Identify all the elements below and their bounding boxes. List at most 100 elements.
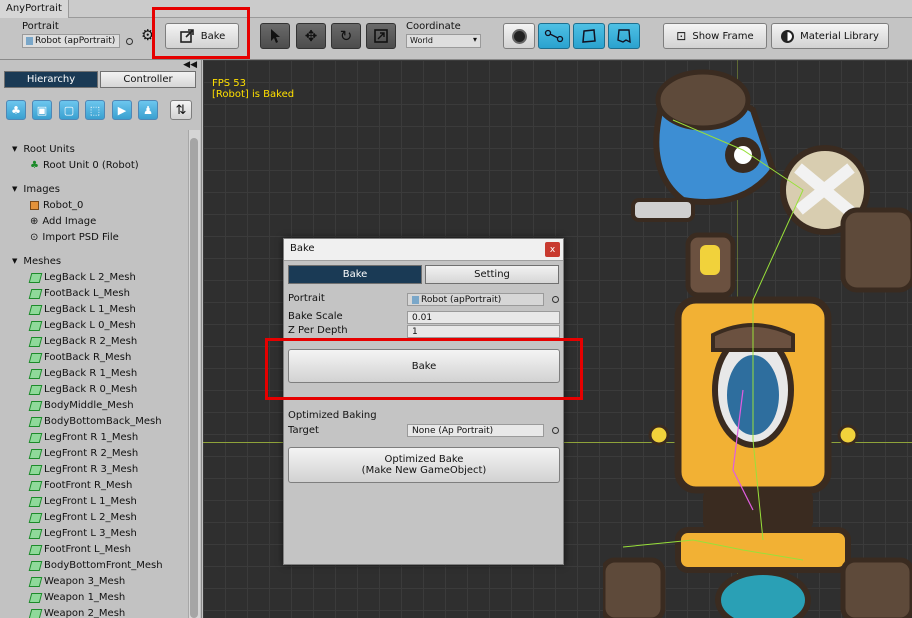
- dialog-title: Bake: [290, 243, 315, 254]
- add-icon: ⊕: [30, 215, 39, 227]
- tree-item[interactable]: BodyBottomBack_Mesh: [30, 414, 162, 428]
- tab-bake[interactable]: Bake: [288, 265, 422, 284]
- tree-item[interactable]: FootBack R_Mesh: [30, 350, 131, 364]
- tree-item[interactable]: FootFront L_Mesh: [30, 542, 131, 556]
- rotate-tool-button[interactable]: ↻: [331, 23, 361, 49]
- mesh-icon: [30, 560, 40, 570]
- tree-item[interactable]: LegFront L 1_Mesh: [30, 494, 137, 508]
- filter-root-unit-button[interactable]: ♣: [6, 100, 26, 120]
- tab-setting[interactable]: Setting: [425, 265, 559, 284]
- mesh-icon: [30, 448, 40, 458]
- dialog-titlebar[interactable]: Bake x: [284, 239, 563, 261]
- sort-button[interactable]: ⇅: [170, 100, 192, 120]
- expand-arrow-icon[interactable]: ▼: [12, 257, 17, 265]
- tree-item[interactable]: LegFront R 2_Mesh: [30, 446, 138, 460]
- tab-controller[interactable]: Controller: [100, 71, 196, 88]
- onion-toggle-button[interactable]: [503, 23, 535, 49]
- dropdown-arrow-icon: ▾: [472, 35, 477, 44]
- mesh-icon: [30, 576, 40, 586]
- tree-item[interactable]: BodyBottomFront_Mesh: [30, 558, 163, 572]
- material-library-button[interactable]: Material Library: [771, 23, 889, 49]
- tree-item[interactable]: Weapon 1_Mesh: [30, 590, 125, 604]
- expand-arrow-icon[interactable]: ▼: [12, 145, 17, 153]
- bake-scale-input[interactable]: 0.01: [407, 311, 560, 324]
- tree-item[interactable]: LegFront R 1_Mesh: [30, 430, 138, 444]
- move-icon: ✥: [304, 27, 318, 45]
- close-button[interactable]: x: [545, 242, 560, 257]
- portrait-icon: [26, 36, 33, 45]
- mesh-icon: [30, 384, 40, 394]
- camera-icon: ⊡: [676, 29, 687, 43]
- tree-item[interactable]: LegFront L 3_Mesh: [30, 526, 137, 540]
- physics-toggle-button[interactable]: [608, 23, 640, 49]
- target-picker-icon[interactable]: [552, 427, 559, 434]
- tree-item[interactable]: FootBack L_Mesh: [30, 286, 130, 300]
- filter-image-button[interactable]: ▣: [32, 100, 52, 120]
- portrait-field[interactable]: Robot (apPortrait): [22, 34, 120, 48]
- tree-item[interactable]: ⊕ Add Image: [30, 214, 96, 228]
- bone-toggle-button[interactable]: [538, 23, 570, 49]
- scale-icon: [374, 29, 388, 43]
- onion-icon: [511, 28, 527, 44]
- tree-item[interactable]: Robot_0: [30, 198, 83, 212]
- sort-icon: ⇅: [175, 102, 187, 118]
- move-tool-button[interactable]: ✥: [296, 23, 326, 49]
- tree-item[interactable]: LegBack L 1_Mesh: [30, 302, 136, 316]
- portrait-label: Portrait: [22, 21, 59, 32]
- tree-group[interactable]: ▼ Meshes: [12, 254, 61, 268]
- bake-scale-label: Bake Scale: [288, 311, 343, 322]
- mesh-icon: [30, 336, 40, 346]
- robot-character-image[interactable]: [603, 60, 912, 618]
- scrollbar-thumb[interactable]: [190, 138, 198, 618]
- mesh-toggle-button[interactable]: [573, 23, 605, 49]
- image-icon: ▣: [36, 103, 48, 117]
- filter-mesh-group-button[interactable]: ⬚: [85, 100, 105, 120]
- tree-item[interactable]: LegFront L 2_Mesh: [30, 510, 137, 524]
- tree-item[interactable]: FootFront R_Mesh: [30, 478, 132, 492]
- tree-item[interactable]: ♣ Root Unit 0 (Robot): [30, 158, 139, 172]
- material-icon: [781, 29, 795, 43]
- filter-param-button[interactable]: ♟: [138, 100, 158, 120]
- mesh-icon: [30, 304, 40, 314]
- show-frame-button[interactable]: ⊡ Show Frame: [663, 23, 767, 49]
- window-tab[interactable]: AnyPortrait: [0, 0, 69, 18]
- tree-group[interactable]: ▼ Root Units: [12, 142, 75, 156]
- select-tool-button[interactable]: [260, 23, 290, 49]
- tree-item[interactable]: BodyMiddle_Mesh: [30, 398, 134, 412]
- filter-animation-button[interactable]: ▶: [112, 100, 132, 120]
- collapse-panel-icon[interactable]: ◀◀: [183, 60, 197, 70]
- mesh-icon: ▢: [63, 103, 75, 117]
- tree-item[interactable]: Weapon 2_Mesh: [30, 606, 125, 618]
- optimized-bake-button[interactable]: Optimized Bake (Make New GameObject): [288, 447, 560, 483]
- cursor-icon: [271, 29, 280, 43]
- filter-mesh-button[interactable]: ▢: [59, 100, 79, 120]
- coordinate-select[interactable]: World ▾: [406, 34, 481, 48]
- tree-item[interactable]: LegFront R 3_Mesh: [30, 462, 138, 476]
- object-picker-icon[interactable]: [126, 38, 133, 45]
- tree-item[interactable]: LegBack R 2_Mesh: [30, 334, 137, 348]
- highlight-dialog-bake: [265, 338, 583, 400]
- tree-item[interactable]: ⊙ Import PSD File: [30, 230, 119, 244]
- mesh-icon: [30, 528, 40, 538]
- object-picker-icon[interactable]: [552, 296, 559, 303]
- coordinate-label: Coordinate: [406, 21, 461, 32]
- scale-tool-button[interactable]: [366, 23, 396, 49]
- expand-arrow-icon[interactable]: ▼: [12, 185, 17, 193]
- portrait-object-field[interactable]: Robot (apPortrait): [407, 293, 544, 306]
- mesh-icon: [30, 432, 40, 442]
- tree-item[interactable]: LegBack R 1_Mesh: [30, 366, 137, 380]
- tree-group[interactable]: ▼ Images: [12, 182, 60, 196]
- mesh-icon: [30, 592, 40, 602]
- fps-counter: FPS 53: [212, 78, 247, 89]
- tree-item[interactable]: LegBack R 0_Mesh: [30, 382, 137, 396]
- mesh-icon: [30, 320, 40, 330]
- z-per-depth-input[interactable]: 1: [407, 325, 560, 338]
- portrait-row-label: Portrait: [288, 293, 325, 304]
- tree-item[interactable]: LegBack L 2_Mesh: [30, 270, 136, 284]
- tree-item[interactable]: LegBack L 0_Mesh: [30, 318, 136, 332]
- tab-hierarchy[interactable]: Hierarchy: [4, 71, 98, 88]
- mesh-icon: [30, 480, 40, 490]
- tree-item[interactable]: Weapon 3_Mesh: [30, 574, 125, 588]
- rotate-icon: ↻: [339, 27, 353, 45]
- target-object-field[interactable]: None (Ap Portrait): [407, 424, 544, 437]
